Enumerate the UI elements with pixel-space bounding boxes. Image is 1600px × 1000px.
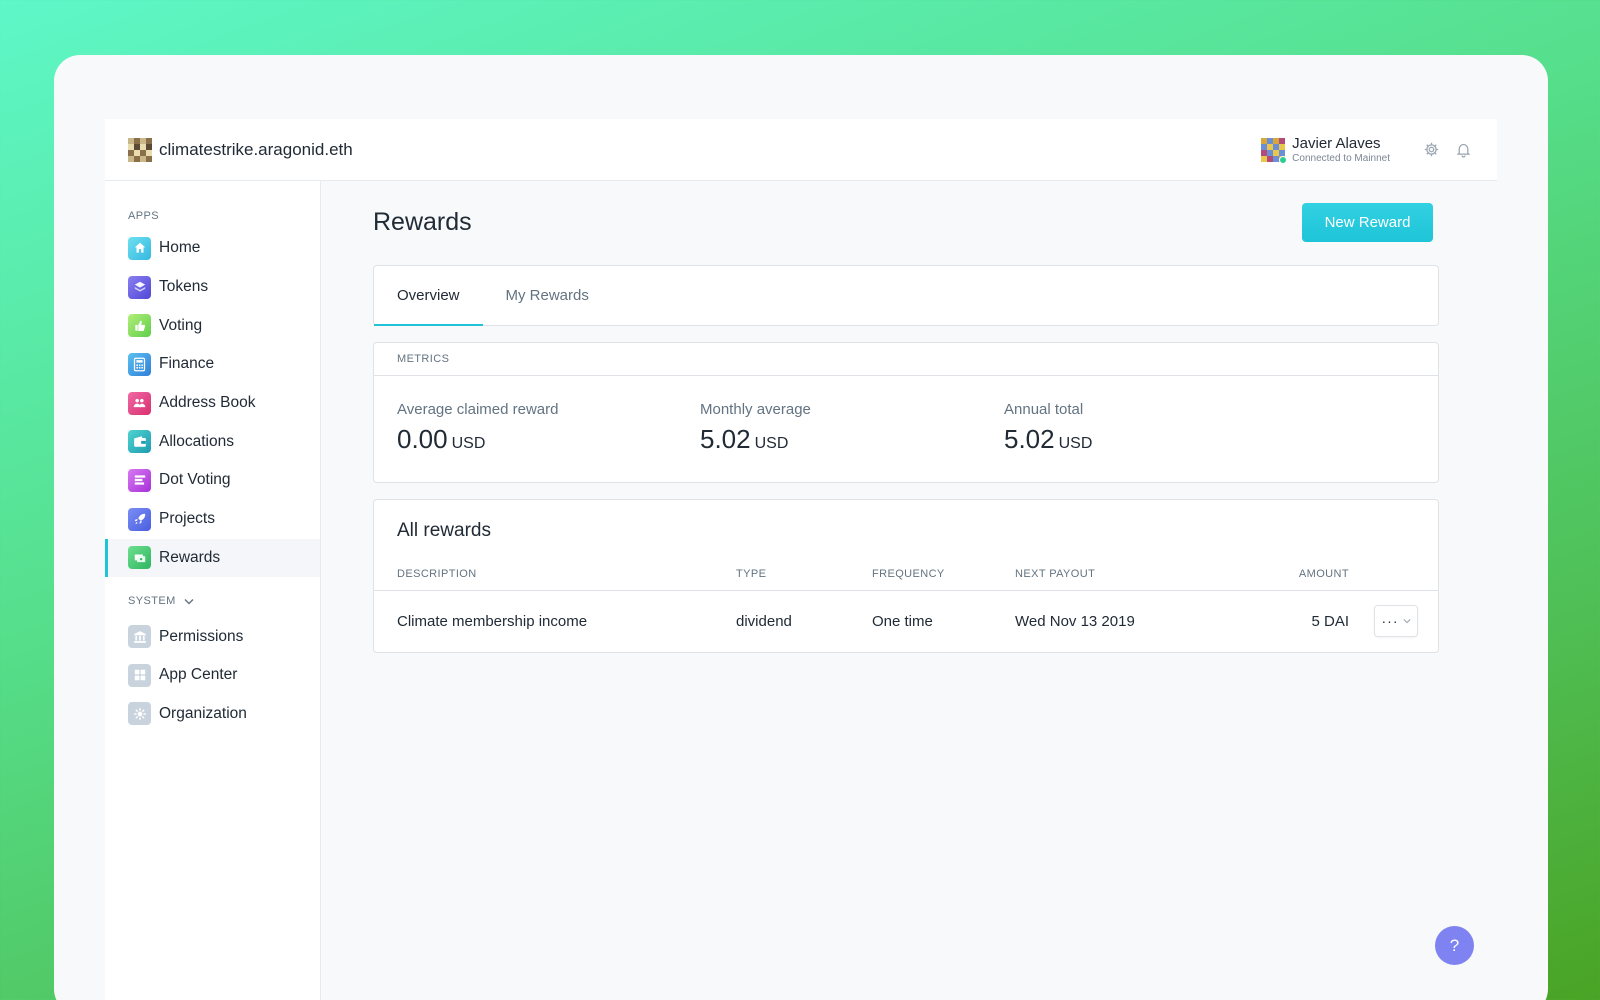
column-header-next-payout: NEXT PAYOUT <box>1015 568 1096 580</box>
sidebar-item-organization[interactable]: Organization <box>105 695 320 734</box>
sidebar-item-label: Projects <box>159 510 215 528</box>
sidebar-item-label: Allocations <box>159 432 234 450</box>
reward-description: Climate membership income <box>397 613 588 630</box>
settings-gear-icon[interactable] <box>1420 139 1442 161</box>
sidebar-item-tokens[interactable]: Tokens <box>105 268 320 307</box>
connection-status: Connected to Mainnet <box>1292 152 1390 164</box>
table-divider <box>374 590 1438 591</box>
column-header-description: DESCRIPTION <box>397 568 477 580</box>
sidebar-item-label: Dot Voting <box>159 471 231 489</box>
voting-icon <box>128 314 151 338</box>
org-name[interactable]: climatestrike.aragonid.eth <box>159 140 353 160</box>
rewards-table-panel: All rewards DESCRIPTION TYPE FREQUENCY N… <box>373 499 1439 653</box>
sidebar-item-label: Rewards <box>159 548 221 566</box>
sidebar: APPS Home Tokens Voting Finance Address … <box>105 181 321 1000</box>
account-area: Javier Alaves Connected to Mainnet <box>1261 135 1474 165</box>
user-avatar[interactable] <box>1261 137 1288 164</box>
permissions-icon <box>128 625 151 649</box>
sidebar-item-projects[interactable]: Projects <box>105 500 320 539</box>
sidebar-item-permissions[interactable]: Permissions <box>105 617 320 656</box>
column-header-amount: AMOUNT <box>1298 568 1349 580</box>
metric-label: Annual total <box>1004 401 1084 418</box>
sidebar-item-finance[interactable]: Finance <box>105 345 320 384</box>
sidebar-item-label: App Center <box>159 666 238 684</box>
user-name: Javier Alaves <box>1292 134 1381 152</box>
metric-value: 5.02 <box>1004 424 1055 454</box>
sidebar-item-label: Organization <box>159 704 247 722</box>
more-options-icon: ··· <box>1381 613 1399 629</box>
reward-type: dividend <box>736 613 792 630</box>
app-window: climatestrike.aragonid.eth Javier Alaves… <box>54 55 1548 1000</box>
metric-label: Monthly average <box>700 401 811 418</box>
online-status-icon <box>1279 155 1288 164</box>
sidebar-item-label: Address Book <box>159 394 256 412</box>
metric-label: Average claimed reward <box>397 401 559 418</box>
column-header-type: TYPE <box>736 568 767 580</box>
tab-overview[interactable]: Overview <box>374 266 483 326</box>
row-actions-button[interactable]: ··· <box>1374 605 1418 637</box>
sidebar-item-address-book[interactable]: Address Book <box>105 384 320 423</box>
page-title: Rewards <box>373 208 472 236</box>
main-content: Rewards New Reward Overview My Rewards M… <box>321 181 1497 1000</box>
metric-annual-total: Annual total 5.02 USD <box>1004 401 1092 455</box>
system-section-label: SYSTEM <box>128 595 176 608</box>
metrics-heading: METRICS <box>374 343 1438 376</box>
home-icon <box>128 236 151 260</box>
help-button[interactable]: ? <box>1435 926 1474 965</box>
new-reward-button[interactable]: New Reward <box>1302 203 1433 242</box>
sidebar-item-app-center[interactable]: App Center <box>105 656 320 695</box>
metric-average-claimed: Average claimed reward 0.00 USD <box>397 401 558 455</box>
tab-my-rewards[interactable]: My Rewards <box>483 266 612 325</box>
reward-frequency: One time <box>872 613 933 630</box>
sidebar-item-label: Tokens <box>159 278 209 296</box>
top-bar: climatestrike.aragonid.eth Javier Alaves… <box>105 119 1497 181</box>
app-center-icon <box>128 663 151 687</box>
sidebar-item-home[interactable]: Home <box>105 229 320 268</box>
sidebar-item-label: Finance <box>159 355 215 373</box>
notification-bell-icon[interactable] <box>1452 139 1474 161</box>
allocations-icon <box>128 430 151 454</box>
chevron-down-icon <box>1402 618 1411 624</box>
reward-amount: 5 DAI <box>1311 613 1349 630</box>
system-section-toggle[interactable]: SYSTEM <box>105 595 320 607</box>
dot-voting-icon <box>128 468 151 492</box>
sidebar-item-label: Voting <box>159 316 203 334</box>
org-logo-icon[interactable] <box>128 137 152 162</box>
sidebar-item-label: Home <box>159 239 201 257</box>
chevron-down-icon <box>184 598 194 605</box>
metric-value: 5.02 <box>700 424 751 454</box>
finance-icon <box>128 352 151 376</box>
tokens-icon <box>128 275 151 299</box>
reward-next-payout: Wed Nov 13 2019 <box>1015 613 1135 630</box>
metric-unit: USD <box>754 435 789 452</box>
sidebar-item-label: Permissions <box>159 627 244 645</box>
metric-monthly-average: Monthly average 5.02 USD <box>700 401 811 455</box>
sidebar-item-dot-voting[interactable]: Dot Voting <box>105 461 320 500</box>
address-book-icon <box>128 391 151 415</box>
tab-bar: Overview My Rewards <box>373 265 1439 326</box>
column-header-frequency: FREQUENCY <box>872 568 945 580</box>
sidebar-item-voting[interactable]: Voting <box>105 306 320 345</box>
apps-section-label: APPS <box>128 210 159 222</box>
metric-unit: USD <box>1058 435 1093 452</box>
rewards-table-title: All rewards <box>397 520 491 541</box>
projects-icon <box>128 507 151 531</box>
metric-unit: USD <box>451 435 486 452</box>
organization-icon <box>128 702 151 726</box>
sidebar-item-allocations[interactable]: Allocations <box>105 422 320 461</box>
metrics-panel: METRICS Average claimed reward 0.00 USD M… <box>373 342 1439 483</box>
account-info[interactable]: Javier Alaves Connected to Mainnet <box>1292 135 1390 165</box>
metric-value: 0.00 <box>397 424 448 454</box>
sidebar-item-rewards[interactable]: Rewards <box>105 538 320 578</box>
rewards-icon <box>128 546 151 570</box>
